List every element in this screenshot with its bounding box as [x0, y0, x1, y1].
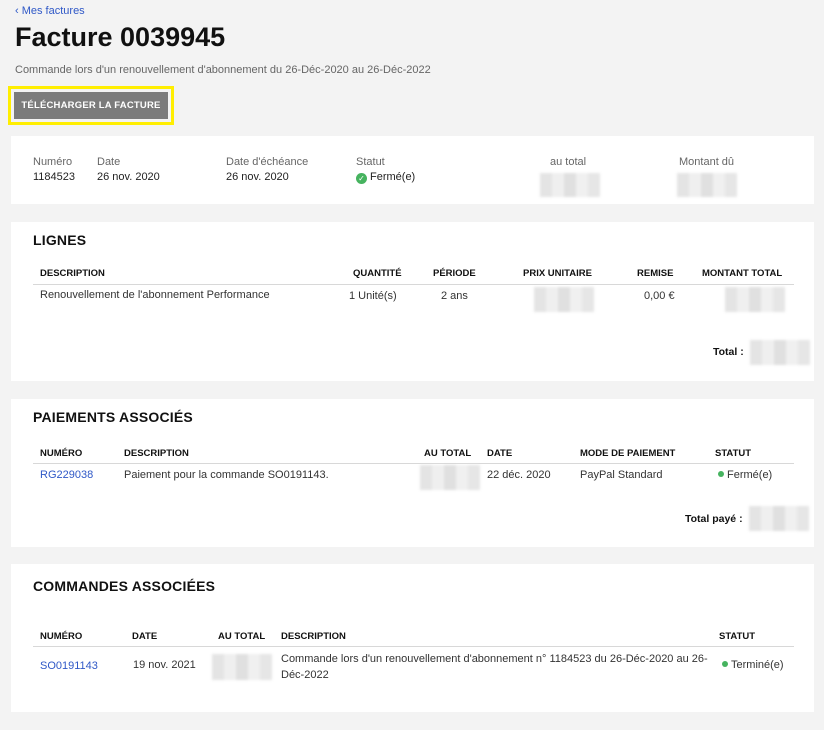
lines-header-description: DESCRIPTION: [40, 268, 105, 279]
page-title: Facture 0039945: [15, 22, 226, 52]
summary-status-value: ✓ Fermé(e): [356, 171, 415, 184]
order-number-link[interactable]: SO0191143: [40, 660, 98, 672]
orders-header-status: STATUT: [719, 631, 756, 642]
summary-due-date-value: 26 nov. 2020: [226, 171, 289, 183]
back-to-invoices-link[interactable]: ‹ Mes factures: [15, 5, 85, 17]
payment-mode: PayPal Standard: [580, 469, 663, 481]
payments-section-title: PAIEMENTS ASSOCIÉS: [33, 409, 193, 425]
line-period: 2 ans: [441, 290, 468, 302]
lines-header-discount: REMISE: [637, 268, 674, 279]
green-dot-icon: [722, 661, 728, 667]
summary-date: Date 26 nov. 2020: [97, 156, 160, 183]
payments-header-status: STATUT: [715, 448, 752, 459]
summary-numero-value: 1184523: [33, 171, 76, 183]
payments-header-divider: [33, 463, 794, 464]
lines-section-title: LIGNES: [33, 232, 87, 248]
lines-section: LIGNES DESCRIPTION QUANTITÉ PÉRIODE PRIX…: [11, 222, 814, 381]
related-orders-section: COMMANDES ASSOCIÉES NUMÉRO DATE AU TOTAL…: [11, 564, 814, 712]
order-total-redacted: [212, 654, 272, 680]
payments-header-payment-mode: MODE DE PAIEMENT: [580, 448, 676, 459]
order-status: Terminé(e): [722, 659, 784, 671]
payments-total-label: Total payé :: [685, 513, 743, 525]
payments-header-number: NUMÉRO: [40, 448, 83, 459]
summary-total: au total: [550, 156, 586, 171]
line-unit-price-redacted: [534, 287, 594, 312]
order-description-line-2: Déc-2022: [281, 669, 329, 681]
orders-header-number: NUMÉRO: [40, 631, 83, 642]
green-dot-icon: [718, 471, 724, 477]
line-description: Renouvellement de l'abonnement Performan…: [40, 289, 270, 301]
payment-description: Paiement pour la commande SO0191143.: [124, 469, 329, 481]
payments-total-redacted: [749, 506, 809, 531]
download-invoice-button[interactable]: TÉLÉCHARGER LA FACTURE: [14, 92, 168, 119]
summary-due-date: Date d'échéance 26 nov. 2020: [226, 156, 308, 183]
payment-status-text: Fermé(e): [727, 469, 773, 481]
payment-date: 22 déc. 2020: [487, 469, 551, 481]
order-date: 19 nov. 2021: [133, 659, 196, 671]
order-status-text: Terminé(e): [731, 659, 784, 671]
summary-numero-label: Numéro: [33, 156, 73, 168]
invoice-summary-card: Numéro 1184523 Date 26 nov. 2020 Date d'…: [11, 136, 814, 204]
payment-total-redacted: [420, 465, 480, 490]
lines-header-period: PÉRIODE: [433, 268, 476, 279]
line-quantity: 1 Unité(s): [349, 290, 397, 302]
lines-total-label: Total :: [713, 346, 744, 358]
lines-header-quantity: QUANTITÉ: [353, 268, 402, 279]
page-subtitle: Commande lors d'un renouvellement d'abon…: [15, 64, 431, 76]
summary-total-label: au total: [550, 156, 587, 168]
payment-status: Fermé(e): [718, 469, 772, 481]
orders-header-description: DESCRIPTION: [281, 631, 346, 642]
payment-number-link[interactable]: RG229038: [40, 469, 93, 481]
summary-numero: Numéro 1184523: [33, 156, 75, 183]
download-button-highlight: TÉLÉCHARGER LA FACTURE: [8, 86, 174, 125]
line-total-redacted: [725, 287, 785, 312]
summary-status-text: Fermé(e): [370, 171, 416, 183]
lines-total-redacted: [750, 340, 810, 365]
order-description: Commande lors d'un renouvellement d'abon…: [281, 651, 708, 683]
summary-total-redacted: [540, 173, 600, 197]
orders-header-date: DATE: [132, 631, 158, 642]
summary-amount-due-label: Montant dû: [679, 156, 735, 168]
related-payments-section: PAIEMENTS ASSOCIÉS NUMÉRO DESCRIPTION AU…: [11, 399, 814, 547]
payments-header-date: DATE: [487, 448, 513, 459]
summary-status-label: Statut: [356, 156, 385, 168]
payments-header-total: AU TOTAL: [424, 448, 472, 459]
check-circle-icon: ✓: [356, 173, 367, 184]
orders-header-total: AU TOTAL: [218, 631, 266, 642]
lines-header-total-amount: MONTANT TOTAL: [702, 268, 783, 279]
order-description-line-1: Commande lors d'un renouvellement d'abon…: [281, 653, 708, 665]
summary-due-date-label: Date d'échéance: [226, 156, 309, 168]
summary-date-label: Date: [97, 156, 121, 168]
payments-header-description: DESCRIPTION: [124, 448, 189, 459]
orders-section-title: COMMANDES ASSOCIÉES: [33, 578, 216, 594]
summary-amount-due: Montant dû: [679, 156, 734, 171]
line-discount: 0,00 €: [644, 290, 675, 302]
summary-amount-due-redacted: [677, 173, 737, 197]
lines-header-divider: [33, 284, 794, 285]
orders-header-divider: [33, 646, 794, 647]
summary-status: Statut ✓ Fermé(e): [356, 156, 415, 184]
lines-header-unit-price: PRIX UNITAIRE: [523, 268, 592, 279]
summary-date-value: 26 nov. 2020: [97, 171, 160, 183]
